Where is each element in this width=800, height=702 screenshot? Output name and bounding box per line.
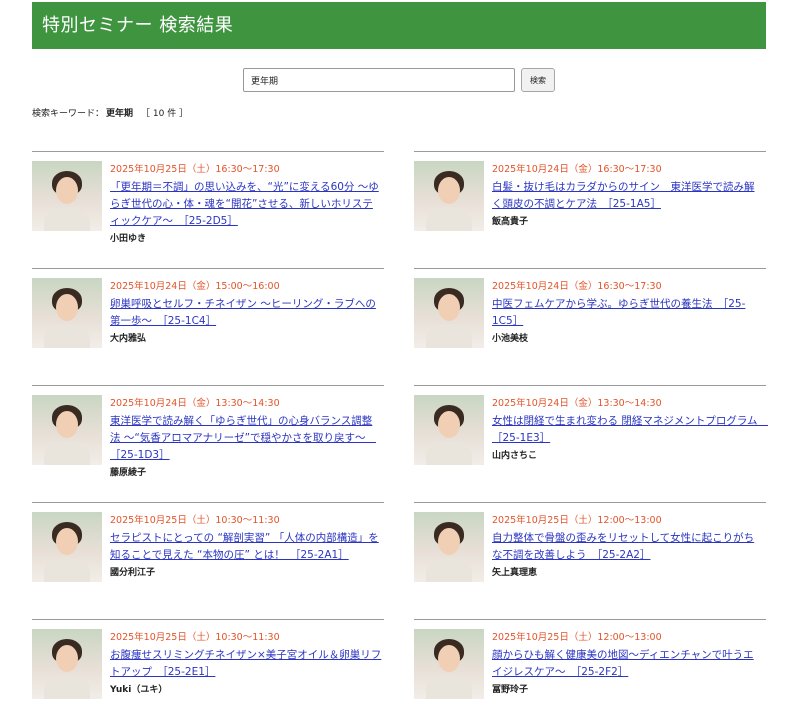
keyword-label: 検索キーワード：: [32, 109, 105, 119]
seminar-card: 2025年10月24日（金）16:30～17:30 白髪・抜け毛はカラダからのサ…: [414, 151, 766, 268]
seminar-card: 2025年10月24日（金）13:30～14:30 女性は閉経で生まれ変わる 閉…: [414, 385, 768, 502]
speaker-photo: [32, 395, 102, 465]
speaker-name: 山内さちこ: [492, 451, 538, 461]
seminar-date: 2025年10月24日（金）13:30～14:30: [492, 398, 662, 409]
seminar-date: 2025年10月24日（金）13:30～14:30: [110, 398, 280, 409]
speaker-photo: [32, 161, 102, 231]
speaker-name: 小田ゆき: [110, 234, 147, 244]
seminar-title-link[interactable]: 東洋医学で読み解く「ゆらぎ世代」の心身バランス調整法 ～“気香アロマアナリーゼ”…: [110, 413, 382, 464]
seminar-card: 2025年10月24日（金）13:30～14:30 東洋医学で読み解く「ゆらぎ世…: [32, 385, 384, 502]
speaker-name: Yuki（ユキ）: [110, 685, 168, 695]
seminar-card: 2025年10月25日（土）12:00～13:00 自力整体で骨盤の歪みをリセッ…: [414, 502, 766, 619]
results-grid: 2025年10月25日（土）16:30～17:30 「更年期＝不調」の思い込みを…: [32, 151, 768, 702]
speaker-photo: [414, 512, 484, 582]
seminar-card: 2025年10月25日（土）10:30～11:30 お腹痩せスリミングチネイザン…: [32, 619, 384, 702]
page-header: 特別セミナー 検索結果: [32, 2, 766, 49]
speaker-photo: [414, 395, 484, 465]
seminar-title-link[interactable]: セラピストにとっての “解剖実習” 「人体の内部構造」を知ることで見えた “本物…: [110, 530, 382, 564]
keyword-value: 更年期: [106, 109, 134, 119]
search-button[interactable]: 検索: [521, 68, 555, 92]
speaker-photo: [32, 512, 102, 582]
seminar-date: 2025年10月25日（土）10:30～11:30: [110, 632, 280, 643]
seminar-card: 2025年10月24日（金）16:30～17:30 中医フェムケアから学ぶ。ゆら…: [414, 268, 766, 385]
seminar-card: 2025年10月25日（土）16:30～17:30 「更年期＝不調」の思い込みを…: [32, 151, 384, 268]
speaker-photo: [414, 629, 484, 699]
seminar-title-link[interactable]: 顔からひも解く健康美の地図～ディエンチャンで叶うエイジレスケア～ ［25-2F2…: [492, 647, 764, 681]
seminar-title-link[interactable]: 卵巣呼吸とセルフ・チネイザン ～ヒーリング・ラブへの第一歩～ ［25-1C4］: [110, 296, 382, 330]
seminar-date: 2025年10月24日（金）16:30～17:30: [492, 164, 662, 175]
speaker-photo: [32, 278, 102, 348]
seminar-date: 2025年10月25日（土）12:00～13:00: [492, 632, 662, 643]
seminar-date: 2025年10月24日（金）15:00～16:00: [110, 281, 280, 292]
seminar-card: 2025年10月25日（土）12:00～13:00 顔からひも解く健康美の地図～…: [414, 619, 766, 702]
seminar-date: 2025年10月24日（金）16:30～17:30: [492, 281, 662, 292]
seminar-date: 2025年10月25日（土）16:30～17:30: [110, 164, 280, 175]
seminar-title-link[interactable]: 女性は閉経で生まれ変わる 閉経マネジメントプログラム ［25-1E3］: [492, 413, 768, 447]
speaker-photo: [32, 629, 102, 699]
seminar-date: 2025年10月25日（土）12:00～13:00: [492, 515, 662, 526]
seminar-card: 2025年10月25日（土）10:30～11:30 セラピストにとっての “解剖…: [32, 502, 384, 619]
speaker-photo: [414, 161, 484, 231]
speaker-name: 矢上真理恵: [492, 568, 538, 578]
seminar-card: 2025年10月24日（金）15:00～16:00 卵巣呼吸とセルフ・チネイザン…: [32, 268, 384, 385]
seminar-title-link[interactable]: 自力整体で骨盤の歪みをリセットして女性に起こりがちな不調を改善しよう ［25-2…: [492, 530, 764, 564]
result-summary: 検索キーワード： 更年期 ［ 10 件 ］: [32, 106, 188, 119]
speaker-name: 藤原綾子: [110, 468, 147, 478]
speaker-name: 冨野玲子: [492, 685, 529, 695]
page-title: 特別セミナー 検索結果: [42, 15, 234, 36]
speaker-name: 小池美枝: [492, 334, 529, 344]
seminar-title-link[interactable]: お腹痩せスリミングチネイザン×美子宮オイル＆卵巣リフトアップ ［25-2E1］: [110, 647, 382, 681]
speaker-name: 大内雅弘: [110, 334, 147, 344]
speaker-name: 國分利江子: [110, 568, 156, 578]
seminar-title-link[interactable]: 「更年期＝不調」の思い込みを、“光”に変える60分 ～ゆらぎ世代の心・体・魂を“…: [110, 179, 382, 230]
seminar-title-link[interactable]: 白髪・抜け毛はカラダからのサイン 東洋医学で読み解く頭皮の不調とケア法 ［25-…: [492, 179, 764, 213]
speaker-photo: [414, 278, 484, 348]
result-count: ［ 10 件 ］: [141, 109, 189, 119]
speaker-name: 飯髙貴子: [492, 217, 529, 227]
seminar-title-link[interactable]: 中医フェムケアから学ぶ。ゆらぎ世代の養生法 ［25-1C5］: [492, 296, 764, 330]
seminar-date: 2025年10月25日（土）10:30～11:30: [110, 515, 280, 526]
search-input[interactable]: [243, 68, 515, 92]
